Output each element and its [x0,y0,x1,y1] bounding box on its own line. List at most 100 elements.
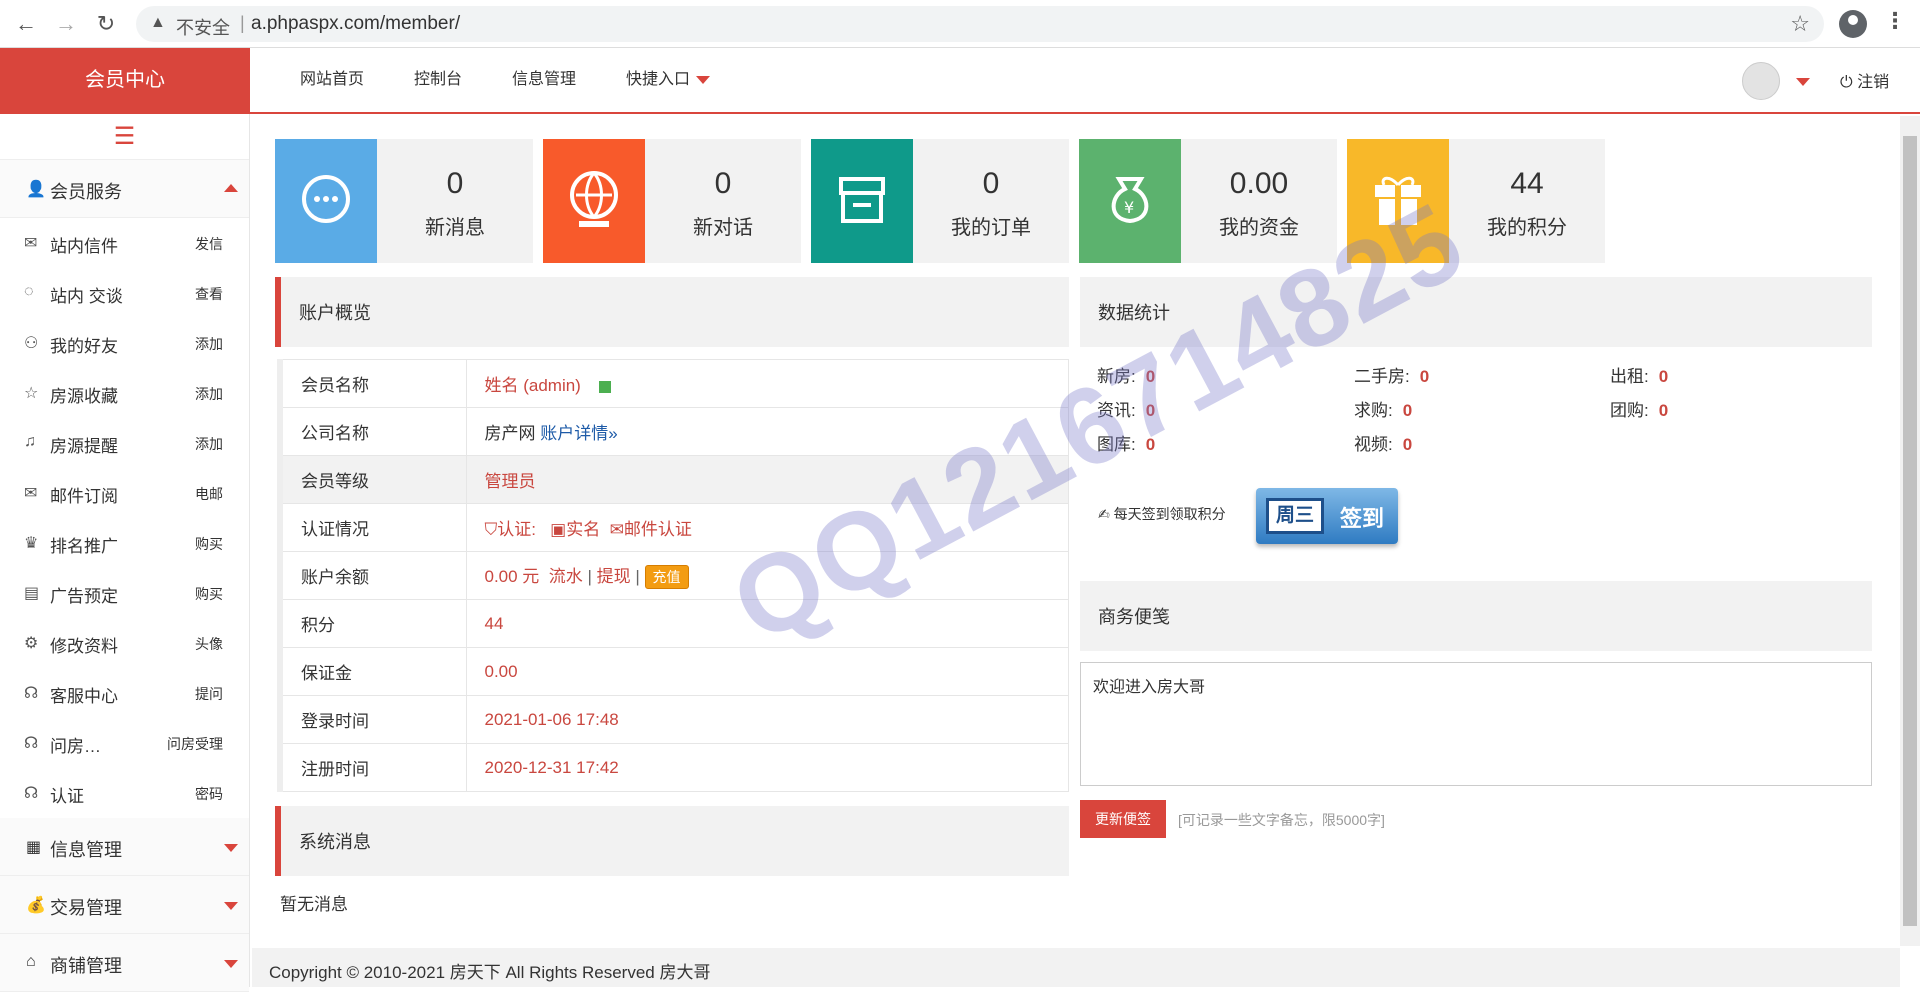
mail-icon: ✉ [24,235,38,252]
sidebar-item-action[interactable]: 购买 [195,584,223,604]
url-divider: | [240,13,245,33]
nav-info[interactable]: 信息管理 [512,48,576,112]
row-value: ⛉认证: ▣实名 ✉邮件认证 [465,503,1069,552]
auth-real-link[interactable]: 实名 [566,520,600,539]
sidebar-group-label: 信息管理 [50,840,122,860]
table-row: 积分 44 [279,599,1069,648]
recharge-button[interactable]: 充值 [644,565,689,589]
stat-value: 0 [1419,367,1430,386]
sidebar-item-action[interactable]: 密码 [195,784,223,804]
balance-value: 0.00 元 [484,567,540,586]
nav-console[interactable]: 控制台 [414,48,462,112]
card-value: 0 [446,167,464,200]
sidebar-item-action[interactable]: 添加 [195,434,223,454]
sidebar-item-action[interactable]: 查看 [195,284,223,304]
sidebar-item[interactable]: ⚇ 我的好友 添加 [0,318,249,368]
card-label: 我的资金 [1219,217,1299,239]
nav-shortcuts[interactable]: 快捷入口 [626,48,711,112]
sidebar-item-label: 广告预定 [50,587,118,606]
sidebar-group-label: 会员服务 [50,182,122,202]
sidebar-group-info[interactable]: ▦ 信息管理 [0,818,249,876]
flow-link[interactable]: 流水 [549,567,583,586]
row-key: 注册时间 [279,743,467,792]
chat-bubble-icon [275,139,377,263]
table-row: 登录时间 2021-01-06 17:48 [279,695,1069,744]
sidebar-item[interactable]: ◌ 站内 交谈 查看 [0,268,249,318]
sidebar-item-label: 邮件订阅 [50,487,118,506]
store-icon [811,139,913,263]
caret-down-icon [224,960,238,968]
menu-toggle-icon[interactable]: ☰ [0,114,249,160]
sidebar-item-action[interactable]: 提问 [195,684,223,704]
forward-icon[interactable]: → [52,10,80,38]
table-row: 注册时间 2020-12-31 17:42 [279,743,1069,792]
caret-down-icon[interactable] [1796,78,1810,86]
card-label: 新消息 [425,217,485,239]
logout-label: 注销 [1857,74,1890,91]
sidebar-item[interactable]: ✉ 站内信件 发信 [0,218,249,268]
row-key: 公司名称 [279,407,467,456]
sidebar-item[interactable]: ⚙ 修改资料 头像 [0,618,249,668]
card-orders[interactable]: 0 我的订单 [811,139,1069,263]
sidebar-item-action[interactable]: 购买 [195,534,223,554]
sidebar-item[interactable]: ▤ 广告预定 购买 [0,568,249,618]
sidebar-group-trade[interactable]: 💰 交易管理 [0,876,249,934]
scrollbar-thumb[interactable] [1903,136,1917,926]
sidebar-item[interactable]: ♫ 房源提醒 添加 [0,418,249,468]
account-details-link[interactable]: 账户详情» [540,424,617,443]
pencil-icon: ✍ [1098,506,1110,522]
card-dialogs[interactable]: 0 新对话 [543,139,801,263]
sidebar-item-action[interactable]: 电邮 [195,484,223,504]
sidebar: ☰ 👤 会员服务 ✉ 站内信件 发信 ◌ 站内 交谈 查看 ⚇ 我的好友 添加 ☆ 房源收藏 添加 ♫ 房… [0,114,250,992]
sidebar-item[interactable]: ☊ 客服中心 提问 [0,668,249,718]
menu-kebab-icon[interactable]: ⋮ [1884,8,1906,34]
sidebar-item-label: 房源提醒 [50,437,118,456]
account-panel-header: 账户概览 [275,277,1069,347]
headset-icon: ☊ [24,685,39,702]
nav-home[interactable]: 网站首页 [300,48,364,112]
card-points[interactable]: 44 我的积分 [1347,139,1605,263]
divider: | [587,567,592,586]
user-icon: ⚇ [24,335,39,352]
url-text[interactable]: a.phpaspx.com/member/ [251,13,460,35]
memo-textarea[interactable] [1080,662,1872,786]
sidebar-item[interactable]: ☊ 认证 密码 [0,768,249,818]
card-messages[interactable]: 0 新消息 [275,139,533,263]
sidebar-group-member[interactable]: 👤 会员服务 [0,160,249,218]
row-value: 2020-12-31 17:42 [465,743,1069,792]
signin-label: 签到 [1340,506,1385,531]
sidebar-item[interactable]: ☆ 房源收藏 添加 [0,368,249,418]
sidebar-item[interactable]: ♛ 排名推广 购买 [0,518,249,568]
withdraw-link[interactable]: 提现 [597,567,631,586]
sidebar-item-action[interactable]: 问房受理 [167,734,223,754]
sidebar-item-action[interactable]: 添加 [195,334,223,354]
signin-button[interactable]: 周三 签到 [1256,488,1398,544]
row-value: 0.00 元 流水 | 提现 | 充值 [465,551,1069,600]
avatar[interactable] [1742,62,1780,100]
brand-title[interactable]: 会员中心 [0,48,250,112]
card-funds[interactable]: ¥ 0.00 我的资金 [1079,139,1337,263]
back-icon[interactable]: ← [12,10,40,38]
stat-item: 团购: 0 [1610,396,1668,421]
sidebar-item-action[interactable]: 发信 [195,234,223,254]
sidebar-group-shop[interactable]: ⌂ 商铺管理 [0,934,249,992]
profile-icon[interactable] [1839,10,1867,38]
table-row: 会员等级 管理员 [279,455,1069,504]
logout-button[interactable]: ⏻ 注销 [1840,68,1889,92]
update-memo-button[interactable]: 更新便签 [1080,800,1166,838]
nav-shortcuts-label: 快捷入口 [626,71,691,88]
id-card-icon: ▣ [550,520,567,539]
row-value: 2021-01-06 17:48 [465,695,1069,744]
reload-icon[interactable]: ↻ [92,10,120,38]
sidebar-item-action[interactable]: 头像 [195,634,223,654]
address-bar[interactable]: ▲ 不安全 | a.phpaspx.com/member/ ☆ [136,6,1824,42]
scrollbar[interactable] [1900,116,1920,946]
bookmark-star-icon[interactable]: ☆ [1790,11,1810,37]
stat-label: 图库: [1097,435,1136,454]
auth-mail-link[interactable]: 邮件认证 [624,520,692,539]
top-nav: 网站首页 控制台 信息管理 快捷入口 [300,48,760,112]
sidebar-item-action[interactable]: 添加 [195,384,223,404]
sidebar-item-label: 房源收藏 [50,387,118,406]
sidebar-item[interactable]: ☊ 问房… 问房受理 [0,718,249,768]
sidebar-item[interactable]: ✉ 邮件订阅 电邮 [0,468,249,518]
